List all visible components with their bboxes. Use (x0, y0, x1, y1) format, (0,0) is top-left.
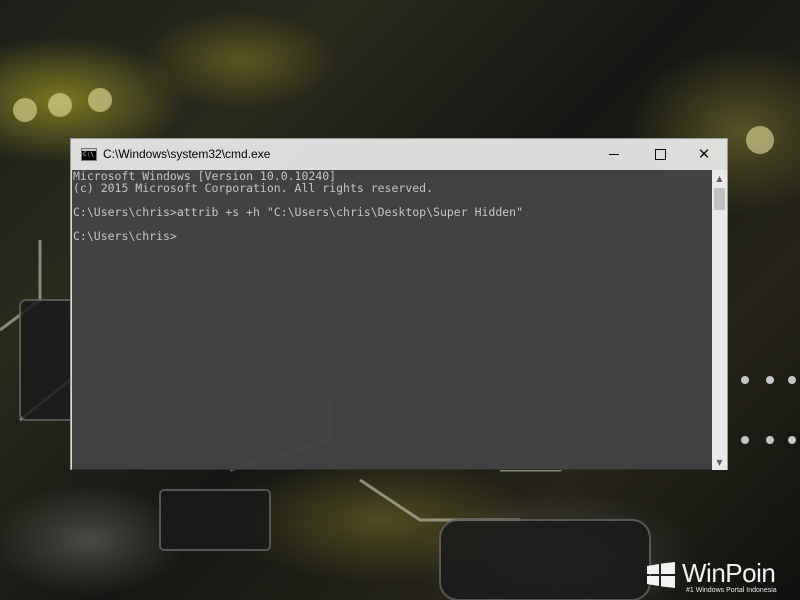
watermark-brand: WinPoin (682, 558, 776, 588)
scroll-up-button[interactable]: ▲ (712, 170, 727, 186)
chevron-up-icon: ▲ (716, 173, 723, 183)
console-output[interactable]: Microsoft Windows [Version 10.0.10240] (… (72, 170, 712, 470)
vertical-scrollbar[interactable]: ▲ ▼ (712, 170, 727, 470)
watermark: WinPoin #1 Windows Portal Indonesia (646, 556, 798, 596)
close-icon: ✕ (697, 144, 711, 163)
window-title: C:\Windows\system32\cmd.exe (103, 147, 271, 161)
watermark-tagline: #1 Windows Portal Indonesia (686, 587, 777, 594)
minimize-button[interactable] (591, 139, 637, 169)
console-prompt[interactable]: C:\Users\chris> (72, 230, 712, 242)
window-titlebar[interactable]: C:\ C:\Windows\system32\cmd.exe ✕ (71, 139, 727, 170)
desktop-background: C:\ C:\Windows\system32\cmd.exe ✕ Micros… (0, 0, 800, 600)
windows-logo-icon (647, 562, 675, 588)
maximize-icon (654, 148, 666, 160)
close-button[interactable]: ✕ (681, 139, 727, 169)
minimize-icon (609, 153, 619, 155)
maximize-button[interactable] (637, 139, 683, 169)
scrollbar-thumb[interactable] (714, 188, 725, 210)
console-line: (c) 2015 Microsoft Corporation. All righ… (73, 181, 434, 195)
scroll-down-button[interactable]: ▼ (712, 454, 727, 470)
console-line: C:\Users\chris>attrib +s +h "C:\Users\ch… (73, 205, 524, 219)
cmd-window[interactable]: C:\ C:\Windows\system32\cmd.exe ✕ Micros… (70, 138, 728, 470)
chevron-down-icon: ▼ (716, 457, 723, 467)
cmd-icon[interactable]: C:\ (81, 148, 97, 161)
cmd-icon-glyph: C:\ (83, 151, 94, 158)
